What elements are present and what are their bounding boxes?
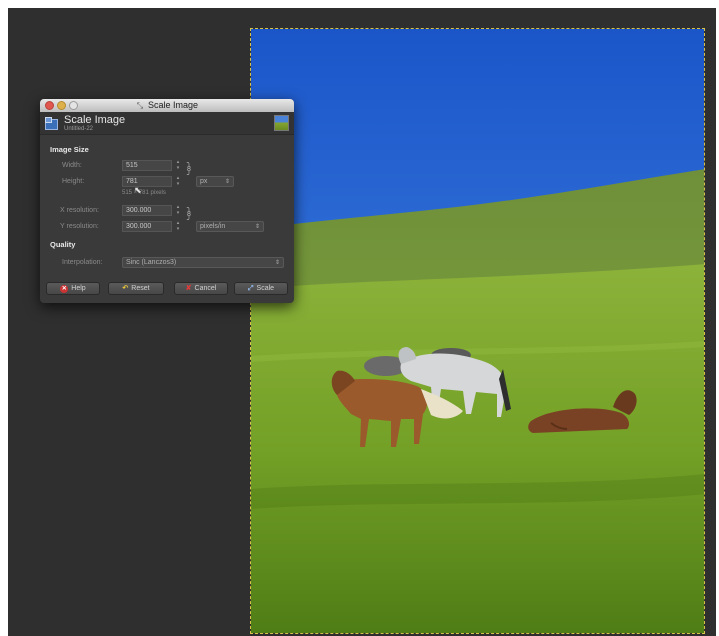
chevron-updown-icon: ⇕	[274, 260, 280, 266]
dialog-header: Scale Image Untitled-22	[40, 112, 294, 135]
height-label: Height:	[62, 178, 85, 185]
scale-image-dialog: ⤡ Scale Image Scale Image Untitled-22 Ima…	[40, 99, 294, 303]
interpolation-value: Sinc (Lanczos3)	[126, 259, 177, 266]
cancel-icon: ✘	[185, 285, 192, 292]
resolution-unit-value: pixels/in	[200, 223, 226, 230]
cursor-icon: ⬉	[134, 185, 142, 195]
scale-button[interactable]: ⤢ Scale	[234, 282, 288, 295]
y-resolution-label: Y resolution:	[60, 223, 99, 230]
interpolation-label: Interpolation:	[62, 259, 103, 266]
resolution-unit-select[interactable]: pixels/in ⇕	[196, 221, 264, 232]
window-title: Scale Image	[147, 100, 199, 110]
y-resolution-field[interactable]: 300.000	[122, 221, 172, 232]
cancel-button[interactable]: ✘ Cancel	[174, 282, 228, 295]
unit-value: px	[200, 178, 208, 185]
interpolation-select[interactable]: Sinc (Lanczos3) ⇕	[122, 257, 284, 268]
scale-icon: ⤢	[247, 285, 254, 292]
dialog-subtitle: Untitled-22	[64, 126, 94, 132]
chevron-updown-icon: ⇕	[254, 224, 260, 230]
image-size-heading: Image Size	[50, 145, 89, 154]
chevron-updown-icon: ⇕	[224, 179, 230, 185]
height-field[interactable]: 781	[122, 176, 172, 187]
scale-label: Scale	[256, 285, 275, 292]
width-field[interactable]: 515	[122, 160, 172, 171]
width-spinner[interactable]: ▴ ▾	[175, 159, 181, 171]
image-thumbnail	[274, 115, 289, 131]
help-button[interactable]: ✕ Help	[46, 282, 100, 295]
x-resolution-spinner[interactable]: ▴ ▾	[175, 204, 181, 216]
chain-link-icon[interactable]: ╮ 8 ╯	[185, 160, 193, 179]
image-canvas[interactable]	[250, 28, 705, 634]
landscape-photo	[251, 29, 704, 633]
x-resolution-field[interactable]: 300.000	[122, 205, 172, 216]
height-spinner[interactable]: ▴ ▾	[175, 175, 181, 187]
reset-icon: ↶	[122, 285, 129, 292]
scale-image-icon	[45, 117, 58, 130]
help-label: Help	[71, 285, 86, 292]
cancel-label: Cancel	[194, 285, 217, 292]
window-titlebar[interactable]: ⤡ Scale Image	[40, 99, 294, 113]
reset-label: Reset	[131, 285, 150, 292]
y-resolution-spinner[interactable]: ▴ ▾	[175, 220, 181, 232]
x-resolution-label: X resolution:	[60, 207, 99, 214]
scale-tool-icon: ⤡	[136, 100, 144, 110]
quality-heading: Quality	[50, 240, 76, 249]
dialog-title: Scale Image	[64, 114, 126, 126]
resolution-chain-icon[interactable]: ╮ 8 ╯	[185, 205, 193, 224]
width-label: Width:	[62, 162, 82, 169]
reset-button[interactable]: ↶ Reset	[108, 282, 164, 295]
unit-select[interactable]: px ⇕	[196, 176, 234, 187]
pixel-dimensions: 515 × 781 pixels	[122, 190, 166, 196]
help-icon: ✕	[60, 285, 69, 293]
